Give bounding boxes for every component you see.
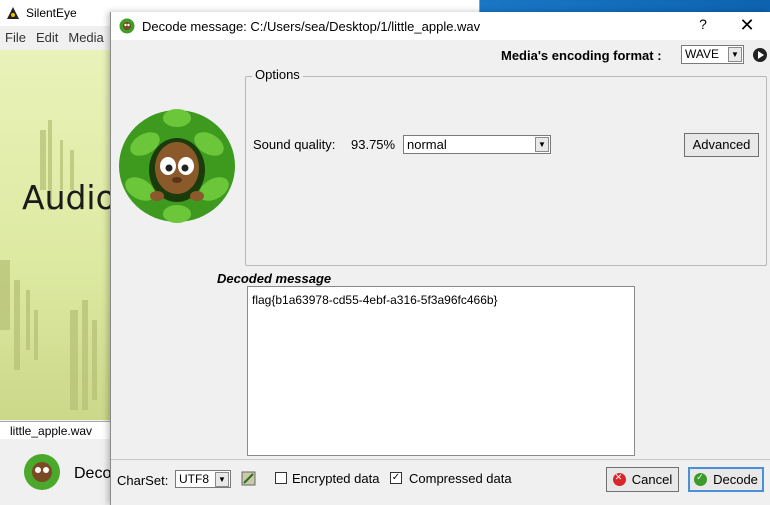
options-group [245, 76, 767, 266]
waveform-graphic [0, 120, 97, 410]
dialog-mascot-icon [119, 18, 135, 34]
decode-dialog: Decode message: C:/Users/sea/Desktop/1/l… [110, 12, 770, 505]
dialog-titlebar: Decode message: C:/Users/sea/Desktop/1/l… [111, 12, 770, 40]
cancel-label: Cancel [631, 472, 673, 487]
compressed-label: Compressed data [409, 471, 512, 486]
charset-value: UTF8 [179, 472, 209, 486]
edit-icon[interactable] [241, 471, 256, 486]
file-list-item[interactable]: little_apple.wav [0, 421, 112, 439]
close-button[interactable]: ✕ [735, 15, 759, 37]
advanced-button[interactable]: Advanced [684, 133, 759, 157]
chevron-down-icon: ▼ [535, 137, 549, 152]
encrypted-label: Encrypted data [292, 471, 380, 486]
mascot-small-icon [24, 454, 60, 490]
decode-label: Decode [713, 472, 758, 487]
chevron-down-icon: ▼ [215, 472, 229, 487]
menu-edit[interactable]: Edit [31, 30, 63, 45]
compressed-checkbox[interactable]: ✓ [390, 472, 402, 484]
decoded-message-text: flag{b1a63978-cd55-4ebf-a316-5f3a96fc466… [252, 293, 498, 307]
menu-media[interactable]: Media [63, 30, 108, 45]
cancel-icon [612, 472, 626, 486]
help-button[interactable]: ? [691, 16, 715, 36]
encrypted-checkbox[interactable] [275, 472, 287, 484]
cancel-button[interactable]: Cancel [606, 467, 679, 492]
play-icon[interactable] [753, 48, 767, 62]
charset-select[interactable]: UTF8 ▼ [175, 470, 231, 488]
encoding-format-label: Media's encoding format : [501, 48, 662, 63]
app-icon [7, 7, 19, 19]
main-bottom-panel: Deco [0, 440, 112, 505]
encoding-format-value: WAVE [685, 47, 720, 61]
decoded-message-label: Decoded message [217, 271, 332, 286]
media-canvas: Audio [0, 50, 112, 420]
chevron-down-icon: ▼ [728, 47, 742, 62]
dialog-bottom-bar: CharSet: UTF8 ▼ Encrypted data ✓ Compres… [111, 459, 770, 505]
decode-icon [694, 472, 708, 486]
menu-file[interactable]: File [0, 30, 31, 45]
encoding-format-select[interactable]: WAVE ▼ [681, 45, 744, 64]
sound-quality-select[interactable]: normal ▼ [403, 135, 551, 154]
decoded-message-textarea[interactable]: flag{b1a63978-cd55-4ebf-a316-5f3a96fc466… [247, 286, 635, 456]
dialog-title: Decode message: C:/Users/sea/Desktop/1/l… [142, 18, 481, 34]
sound-quality-label: Sound quality: [253, 137, 336, 152]
main-title-text: SilentEye [26, 6, 77, 20]
sound-quality-value: 93.75% [351, 137, 396, 152]
charset-label: CharSet: [117, 473, 169, 488]
options-legend: Options [252, 67, 303, 82]
canvas-title: Audio [22, 178, 112, 217]
sound-quality-select-value: normal [407, 137, 447, 152]
mascot-leaf-icon [119, 109, 235, 223]
decode-button[interactable]: Decode [688, 467, 764, 492]
main-decode-label: Deco [74, 465, 112, 482]
